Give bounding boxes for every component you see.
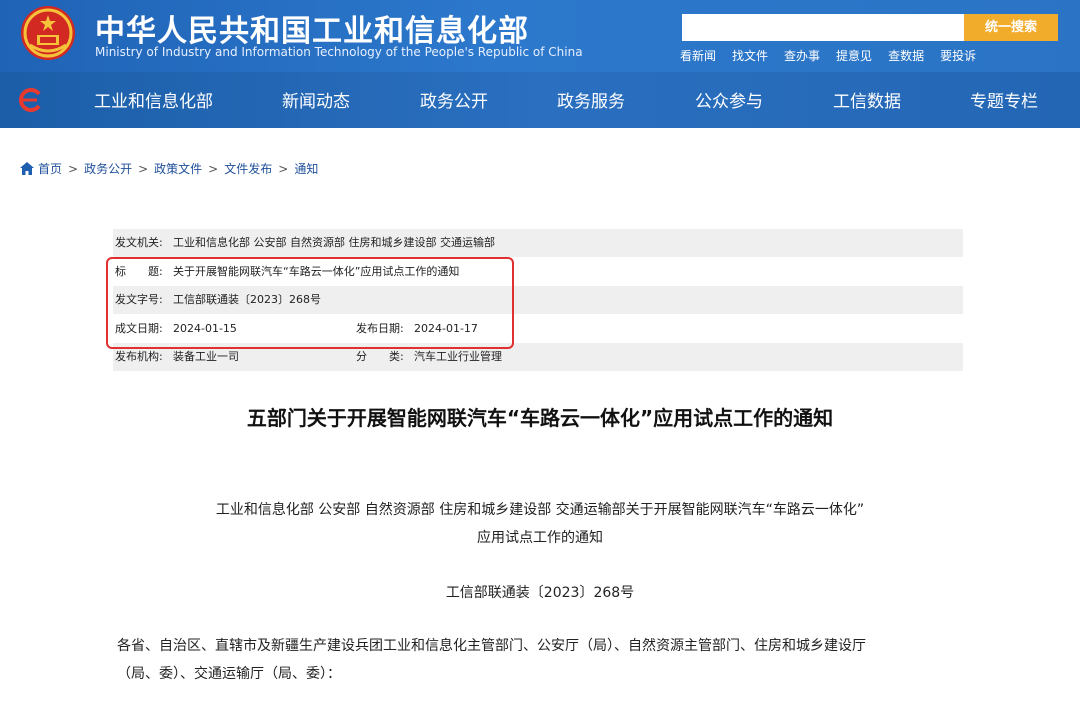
document-body-line1: 各省、自治区、直辖市及新疆生产建设兵团工业和信息化主管部门、公安厅（局）、自然资… — [117, 638, 866, 654]
nav-item-open-government[interactable]: 政务公开 — [420, 87, 488, 112]
site-logo-icon[interactable] — [17, 88, 43, 112]
breadcrumb-separator: > — [208, 161, 219, 176]
site-title: 中华人民共和国工业和信息化部 — [95, 14, 529, 49]
nav-item-news[interactable]: 新闻动态 — [282, 87, 350, 112]
nav-item-participation[interactable]: 公众参与 — [695, 87, 763, 112]
search-input[interactable] — [682, 14, 964, 41]
quick-link-data[interactable]: 查数据 — [888, 47, 924, 64]
document-subtitle-line2: 应用试点工作的通知 — [477, 530, 603, 546]
national-emblem-icon — [21, 6, 75, 60]
breadcrumb-policy-files[interactable]: 政策文件 — [154, 160, 202, 177]
breadcrumb: 首页 > 政务公开 > 政策文件 > 文件发布 > 通知 — [20, 160, 318, 177]
breadcrumb-notice[interactable]: 通知 — [294, 160, 318, 177]
breadcrumb-file-release[interactable]: 文件发布 — [224, 160, 272, 177]
quick-link-services[interactable]: 查办事 — [784, 47, 820, 64]
nav-item-topics[interactable]: 专题专栏 — [970, 87, 1038, 112]
meta-value-issuer: 工业和信息化部 公安部 自然资源部 住房和城乡建设部 交通运输部 — [173, 236, 495, 249]
quick-link-news[interactable]: 看新闻 — [680, 47, 716, 64]
document-body-line2: （局、委）、交通运输厅（局、委）： — [117, 666, 341, 682]
quick-link-files[interactable]: 找文件 — [732, 47, 768, 64]
document-title: 五部门关于开展智能网联汽车“车路云一体化”应用试点工作的通知 — [246, 406, 834, 430]
quick-link-suggestions[interactable]: 提意见 — [836, 47, 872, 64]
quick-link-complaints[interactable]: 要投诉 — [940, 47, 976, 64]
nav-item-data[interactable]: 工信数据 — [833, 87, 901, 112]
nav-item-ministry[interactable]: 工业和信息化部 — [94, 87, 213, 112]
quick-links: 看新闻 找文件 查办事 提意见 查数据 要投诉 — [680, 47, 976, 64]
meta-label-issuer: 发文机关: — [115, 236, 163, 249]
document-number: 工信部联通装〔2023〕268号 — [445, 585, 635, 601]
site-header: 中华人民共和国工业和信息化部 Ministry of Industry and … — [0, 0, 1080, 128]
main-nav: 工业和信息化部 新闻动态 政务公开 政务服务 公众参与 工信数据 专题专栏 — [60, 87, 1080, 113]
document-subtitle-line1: 工业和信息化部 公安部 自然资源部 住房和城乡建设部 交通运输部关于开展智能网联… — [215, 502, 865, 518]
breadcrumb-home[interactable]: 首页 — [38, 160, 62, 177]
nav-item-services[interactable]: 政务服务 — [557, 87, 625, 112]
search-button[interactable]: 统一搜索 — [964, 14, 1058, 41]
site-subtitle: Ministry of Industry and Information Tec… — [95, 45, 583, 59]
highlight-box — [106, 257, 514, 349]
breadcrumb-open-government[interactable]: 政务公开 — [84, 160, 132, 177]
breadcrumb-separator: > — [278, 161, 289, 176]
home-icon[interactable] — [20, 162, 34, 175]
breadcrumb-separator: > — [68, 161, 79, 176]
meta-row-issuer: 发文机关: 工业和信息化部 公安部 自然资源部 住房和城乡建设部 交通运输部 — [113, 229, 963, 257]
breadcrumb-separator: > — [138, 161, 149, 176]
